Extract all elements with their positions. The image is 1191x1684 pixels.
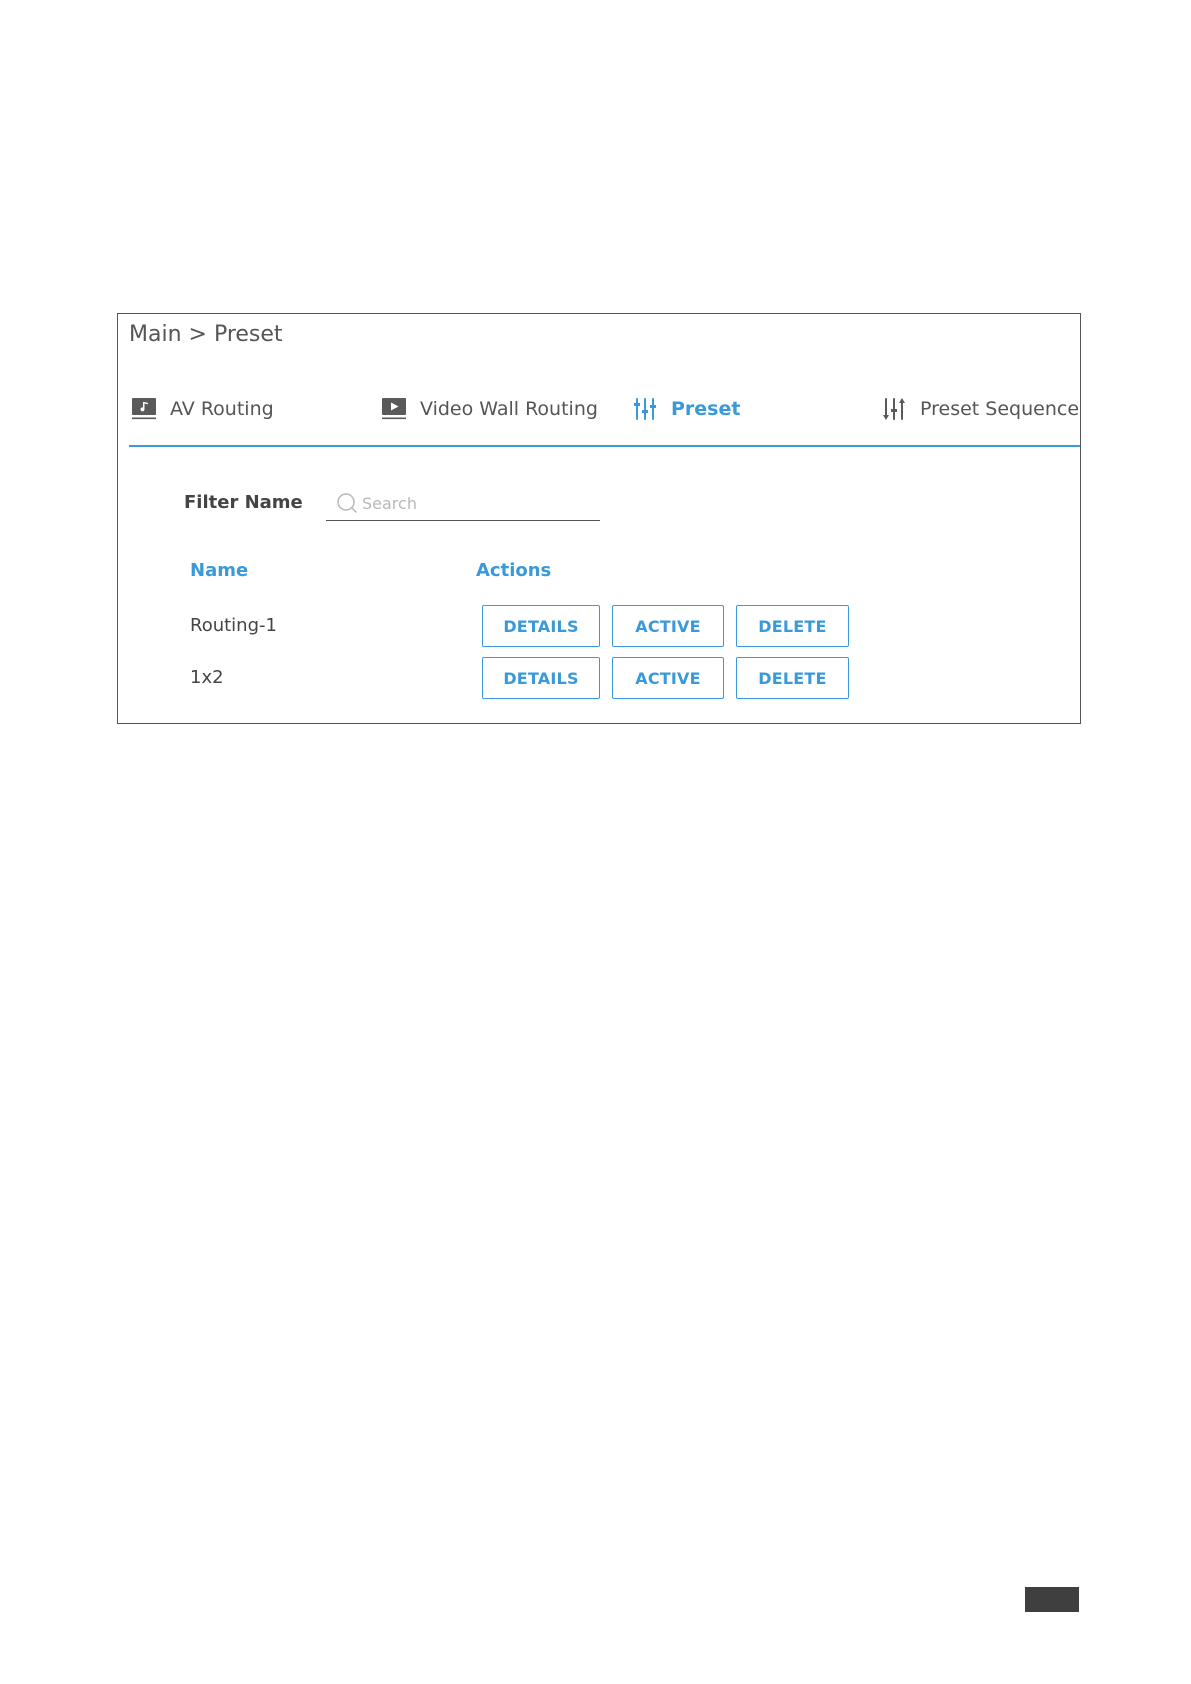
active-button[interactable]: ACTIVE: [612, 657, 724, 699]
sliders-icon: [634, 398, 656, 420]
tab-label: AV Routing: [170, 398, 274, 420]
tab-underline: [129, 445, 1080, 447]
delete-button[interactable]: DELETE: [736, 657, 849, 699]
tab-preset-sequence[interactable]: Preset Sequence: [880, 394, 1079, 424]
search-icon: [337, 493, 357, 513]
tab-label: Preset Sequence: [920, 398, 1080, 420]
tab-label: Video Wall Routing: [420, 398, 598, 420]
tab-av-routing[interactable]: AV Routing: [130, 394, 274, 424]
details-button[interactable]: DETAILS: [482, 657, 600, 699]
video-wall-icon: [382, 398, 406, 420]
search-input[interactable]: [362, 493, 582, 513]
tab-preset[interactable]: Preset: [631, 394, 740, 424]
breadcrumb: Main > Preset: [129, 322, 283, 347]
preset-name: Routing-1: [190, 615, 277, 636]
active-button[interactable]: ACTIVE: [612, 605, 724, 647]
delete-button[interactable]: DELETE: [736, 605, 849, 647]
search-field[interactable]: [326, 486, 600, 521]
page-number-block: [1025, 1587, 1079, 1612]
preset-panel: Main > Preset AV Routing Video Wall Rout…: [117, 313, 1081, 724]
preset-name: 1x2: [190, 667, 224, 688]
av-routing-icon: [132, 398, 156, 420]
column-header-name: Name: [190, 560, 249, 581]
column-header-actions: Actions: [476, 560, 552, 581]
tab-video-wall-routing[interactable]: Video Wall Routing: [380, 394, 598, 424]
tab-label: Preset: [671, 398, 741, 420]
filter-name-label: Filter Name: [184, 492, 303, 513]
details-button[interactable]: DETAILS: [482, 605, 600, 647]
sequence-sliders-icon: [883, 398, 905, 420]
